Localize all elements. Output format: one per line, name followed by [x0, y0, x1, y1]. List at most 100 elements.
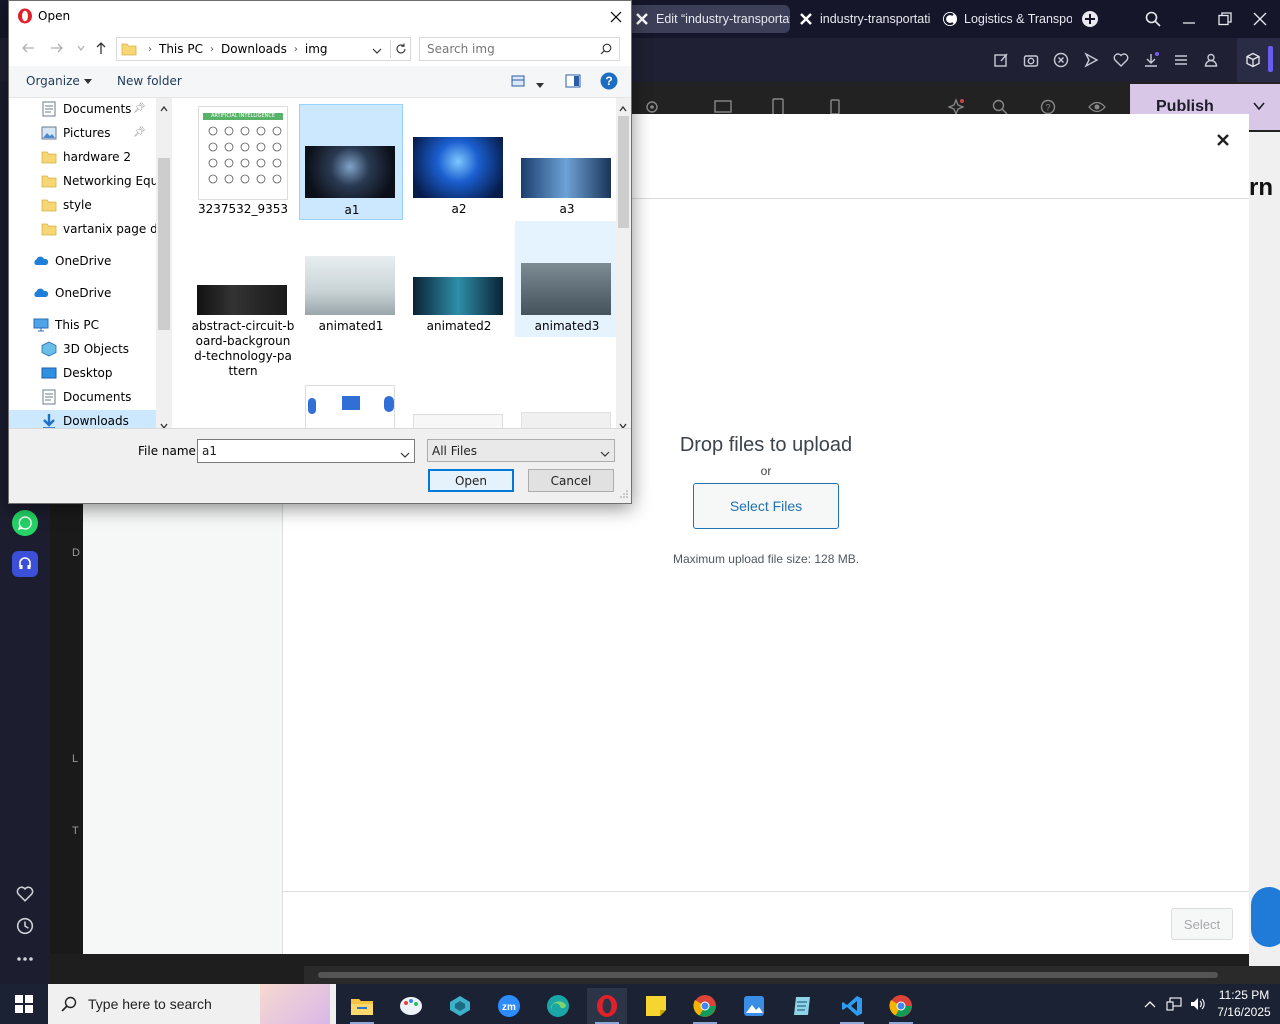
- taskbar-search-box[interactable]: Type here to search: [48, 984, 336, 1024]
- scrollbar-thumb[interactable]: [618, 116, 629, 228]
- breadcrumb-item[interactable]: This PC: [159, 42, 203, 56]
- file-item-hover[interactable]: animated3: [515, 221, 616, 337]
- horizontal-scrollbar[interactable]: [304, 966, 1280, 984]
- new-tab-icon[interactable]: [1079, 8, 1101, 30]
- refresh-icon[interactable]: [390, 40, 410, 58]
- whatsapp-icon[interactable]: [12, 510, 38, 536]
- select-files-button[interactable]: Select Files: [693, 483, 839, 529]
- file-item[interactable]: a3: [515, 104, 616, 220]
- organize-menu[interactable]: Organize: [26, 74, 92, 88]
- minimize-icon[interactable]: [1178, 8, 1200, 30]
- scrollbar-thumb[interactable]: [158, 158, 170, 330]
- file-item[interactable]: [515, 408, 616, 428]
- file-item-selected[interactable]: a1: [299, 104, 403, 220]
- nav-item-style[interactable]: style: [41, 194, 92, 216]
- zoom-icon[interactable]: zm: [489, 988, 529, 1024]
- snapshot-edit-icon[interactable]: [991, 50, 1011, 70]
- file-item[interactable]: [299, 385, 403, 428]
- download-icon[interactable]: [1141, 50, 1161, 70]
- file-item[interactable]: animated2: [407, 221, 511, 337]
- edge-icon[interactable]: [538, 988, 578, 1024]
- cancel-button[interactable]: Cancel: [528, 469, 614, 492]
- up-arrow-icon[interactable]: [93, 40, 109, 56]
- flow-icon[interactable]: [1081, 50, 1101, 70]
- breadcrumb-item[interactable]: Downloads: [221, 42, 287, 56]
- chrome-icon[interactable]: [685, 988, 725, 1024]
- nav-item-this-pc[interactable]: This PC: [33, 314, 99, 336]
- open-button[interactable]: Open: [428, 469, 514, 492]
- nav-item-desktop[interactable]: Desktop: [41, 362, 113, 384]
- view-options-icon[interactable]: [536, 78, 544, 92]
- music-player-icon[interactable]: [12, 551, 38, 577]
- nav-item-hardware-2[interactable]: hardware 2: [41, 146, 131, 168]
- scrollbar-thumb[interactable]: [318, 972, 1218, 978]
- change-view-icon[interactable]: [511, 75, 525, 90]
- adblock-icon[interactable]: [1051, 50, 1071, 70]
- nav-item-onedrive-2[interactable]: OneDrive: [33, 282, 111, 304]
- extensions-icon[interactable]: [1243, 50, 1263, 70]
- back-arrow-icon[interactable]: [20, 40, 36, 56]
- easy-setup-icon[interactable]: [1171, 50, 1191, 70]
- file-type-select[interactable]: All Files: [427, 439, 615, 462]
- breadcrumb[interactable]: › This PC › Downloads › img: [116, 37, 411, 61]
- opera-icon[interactable]: [587, 988, 627, 1024]
- search-input[interactable]: Search img: [419, 37, 620, 61]
- nav-item-documents[interactable]: Documents: [41, 98, 131, 120]
- tab-industry-transport[interactable]: industry-transportati: [790, 5, 930, 33]
- nav-item-onedrive[interactable]: OneDrive: [33, 250, 111, 272]
- file-item[interactable]: [407, 408, 511, 428]
- forward-arrow-icon[interactable]: [49, 40, 65, 56]
- file-item[interactable]: a2: [407, 104, 511, 220]
- new-folder-button[interactable]: New folder: [117, 74, 182, 88]
- file-item[interactable]: ARTIFICIAL INTELLIGENCE 3237532_9353: [191, 104, 295, 220]
- windows-start-icon[interactable]: [0, 984, 48, 1024]
- chrome-icon-2[interactable]: [881, 988, 921, 1024]
- nav-item-downloads[interactable]: Downloads: [9, 410, 156, 428]
- nav-item-pictures[interactable]: Pictures: [41, 122, 111, 144]
- heart-icon[interactable]: [12, 881, 38, 907]
- close-icon[interactable]: [605, 6, 627, 28]
- network-icon[interactable]: [1166, 996, 1182, 1012]
- more-icon[interactable]: [12, 946, 38, 972]
- nav-item-networking[interactable]: Networking Equ: [41, 170, 156, 192]
- chevron-down-icon[interactable]: [372, 44, 382, 58]
- resize-grip-icon[interactable]: [620, 487, 628, 501]
- notepad-icon[interactable]: [783, 988, 823, 1024]
- tab-edit-industry[interactable]: Edit “industry-transportati: [626, 5, 790, 33]
- file-item[interactable]: animated1: [299, 221, 403, 337]
- profile-icon[interactable]: [1201, 50, 1221, 70]
- chat-bubble-icon[interactable]: [1251, 887, 1280, 947]
- system-clock[interactable]: 11:25 PM 7/16/2025: [1212, 987, 1276, 1021]
- chevron-up-icon[interactable]: [1142, 996, 1158, 1012]
- tab-logistics[interactable]: Logistics & Transpor: [934, 5, 1072, 33]
- preview-pane-icon[interactable]: [565, 74, 581, 91]
- app-icon[interactable]: [440, 988, 480, 1024]
- restore-icon[interactable]: [1214, 8, 1236, 30]
- file-explorer-icon[interactable]: [342, 988, 382, 1024]
- help-icon[interactable]: ?: [600, 72, 618, 93]
- camera-icon[interactable]: [1021, 50, 1041, 70]
- recent-locations-icon[interactable]: [73, 40, 89, 56]
- volume-icon[interactable]: [1190, 996, 1206, 1012]
- sticky-notes-icon[interactable]: [636, 988, 676, 1024]
- close-window-icon[interactable]: [1249, 8, 1271, 30]
- scroll-up-icon[interactable]: [619, 101, 627, 115]
- breadcrumb-item[interactable]: img: [305, 42, 328, 56]
- search-tabs-icon[interactable]: [1142, 8, 1164, 30]
- vscode-icon[interactable]: [832, 988, 872, 1024]
- dialog-titlebar[interactable]: Open: [9, 1, 631, 32]
- file-name-field[interactable]: a1: [197, 439, 415, 463]
- history-icon[interactable]: [12, 913, 38, 939]
- close-icon[interactable]: [1213, 130, 1233, 150]
- select-button[interactable]: Select: [1171, 908, 1233, 940]
- nav-item-documents-pc[interactable]: Documents: [41, 386, 131, 408]
- navigation-scrollbar[interactable]: [156, 98, 172, 430]
- scroll-up-icon[interactable]: [160, 101, 168, 115]
- nav-item-vartanix[interactable]: vartanix page de: [41, 218, 156, 240]
- nav-item-3d-objects[interactable]: 3D Objects: [41, 338, 129, 360]
- photos-icon[interactable]: [734, 988, 774, 1024]
- file-list-scrollbar[interactable]: [616, 98, 631, 430]
- heart-icon[interactable]: [1111, 50, 1131, 70]
- chevron-down-icon[interactable]: [400, 448, 410, 462]
- paint-icon[interactable]: [391, 988, 431, 1024]
